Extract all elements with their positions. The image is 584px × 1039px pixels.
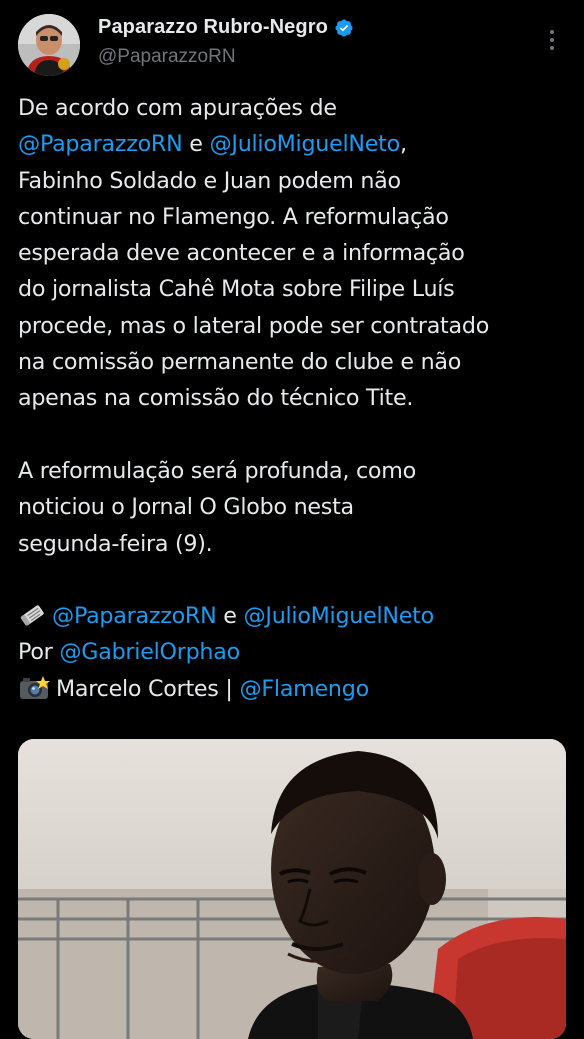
text-fragment: e bbox=[182, 131, 210, 158]
tweet-text: De acordo com apurações de @PaparazzoRN … bbox=[18, 90, 574, 707]
author-display-name[interactable]: Paparazzo Rubro-Negro bbox=[98, 16, 328, 39]
mention-link[interactable]: @Flamengo bbox=[239, 676, 369, 702]
camera-flash-icon bbox=[20, 675, 50, 699]
tweet-media-photo[interactable] bbox=[18, 739, 566, 1039]
tweet-line: do jornalista Cahê Mota sobre Filipe Luí… bbox=[18, 276, 455, 303]
tweet-line: Fabinho Soldado e Juan podem não bbox=[18, 167, 401, 194]
verified-badge-icon bbox=[335, 18, 353, 37]
mention-link[interactable]: @PaparazzoRN bbox=[52, 603, 217, 629]
author-name-row: Paparazzo Rubro-Negro bbox=[98, 16, 354, 39]
author-handle[interactable]: @PaparazzoRN bbox=[98, 46, 236, 68]
author-avatar[interactable] bbox=[18, 14, 80, 76]
mention-link[interactable]: @GabrielOrphao bbox=[59, 639, 240, 665]
tweet-line: procede, mas o lateral pode ser contrata… bbox=[18, 312, 490, 339]
text-fragment: Por bbox=[18, 639, 60, 666]
text-fragment: , bbox=[399, 131, 407, 158]
tweet-line: A reformulação será profunda, como bbox=[18, 457, 416, 484]
tweet-line: segunda-feira (9). bbox=[18, 530, 213, 557]
newspaper-icon bbox=[20, 605, 44, 626]
mention-link[interactable]: @JulioMiguelNeto bbox=[209, 131, 400, 157]
tweet-line: De acordo com apurações de bbox=[18, 95, 337, 121]
tweet-line: @PaparazzoRN e @JulioMiguelNeto bbox=[18, 598, 574, 634]
text-fragment: e bbox=[216, 603, 244, 630]
tweet-line: continuar no Flamengo. A reformulação bbox=[18, 203, 449, 230]
tweet-line: noticiou o Jornal O Globo nesta bbox=[18, 494, 354, 521]
tweet-line: apenas na comissão do técnico Tite. bbox=[18, 385, 414, 412]
tweet-line: esperada deve acontecer e a informação bbox=[18, 240, 465, 267]
avatar-icon bbox=[18, 14, 80, 76]
tweet-line: na comissão permanente do clube e não bbox=[18, 349, 462, 376]
tweet-line: Por @GabrielOrphao bbox=[18, 634, 574, 670]
tweet-line: @PaparazzoRN e @JulioMiguelNeto, bbox=[18, 126, 574, 162]
mention-link[interactable]: @JulioMiguelNeto bbox=[243, 603, 434, 629]
tweet-header: Paparazzo Rubro-Negro @PaparazzoRN bbox=[0, 0, 584, 90]
photo-image bbox=[18, 739, 566, 1039]
tweet-line: Marcelo Cortes | @Flamengo bbox=[18, 671, 574, 707]
text-fragment: Marcelo Cortes | bbox=[56, 675, 240, 702]
more-options-icon[interactable] bbox=[542, 28, 562, 52]
mention-link[interactable]: @PaparazzoRN bbox=[18, 131, 183, 157]
